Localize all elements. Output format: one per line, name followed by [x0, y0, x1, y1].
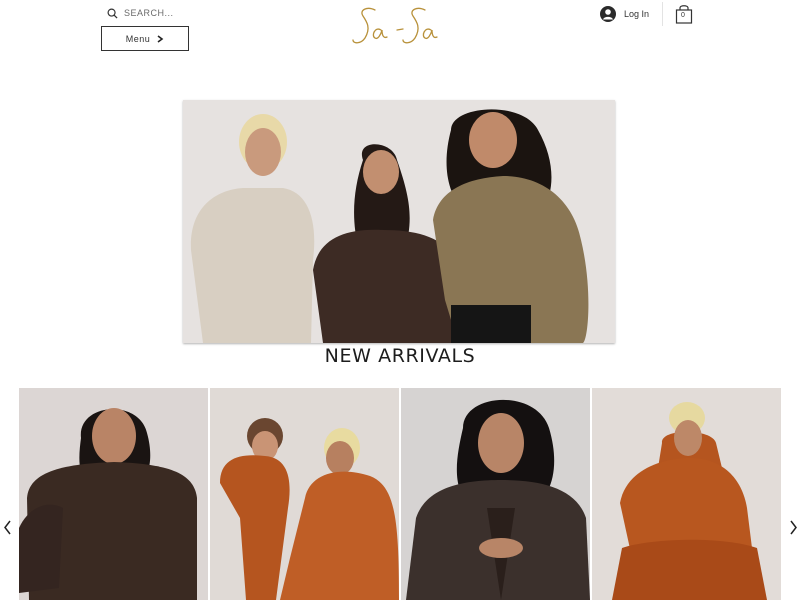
login-label: Log In: [624, 9, 650, 19]
gallery-item[interactable]: [592, 388, 781, 600]
woman-rust-hoodie-crouching-photo: [592, 388, 781, 600]
logo-script: [352, 7, 438, 44]
hero-photo: [183, 100, 615, 343]
brand-logo[interactable]: [345, 0, 455, 60]
menu-button[interactable]: Menu: [101, 26, 189, 51]
new-arrivals-gallery: [19, 388, 781, 600]
woman-dark-coat-photo: [401, 388, 590, 600]
hero-image[interactable]: [183, 100, 615, 343]
search-bar[interactable]: [107, 5, 247, 21]
chevron-right-icon: [157, 34, 164, 43]
woman-brown-sweatshirt-photo: [19, 388, 208, 600]
user-avatar-icon: [600, 6, 616, 22]
cart-button[interactable]: 0: [674, 3, 694, 25]
woman-and-toddler-rust-hoodies-photo: [210, 388, 399, 600]
header-divider: [662, 2, 663, 26]
gallery-item[interactable]: [401, 388, 590, 600]
gallery-item[interactable]: [19, 388, 208, 600]
chevron-left-icon: [3, 520, 11, 534]
gallery-next-button[interactable]: [786, 516, 800, 538]
new-arrivals-heading: NEW ARRIVALS: [324, 345, 476, 367]
search-input[interactable]: [124, 8, 234, 18]
login-button[interactable]: Log In: [600, 4, 649, 24]
menu-button-label: Menu: [125, 33, 151, 44]
chevron-right-icon: [789, 520, 797, 534]
search-icon: [107, 8, 118, 19]
gallery-item[interactable]: [210, 388, 399, 600]
cart-count: 0: [681, 12, 685, 19]
gallery-prev-button[interactable]: [0, 516, 14, 538]
